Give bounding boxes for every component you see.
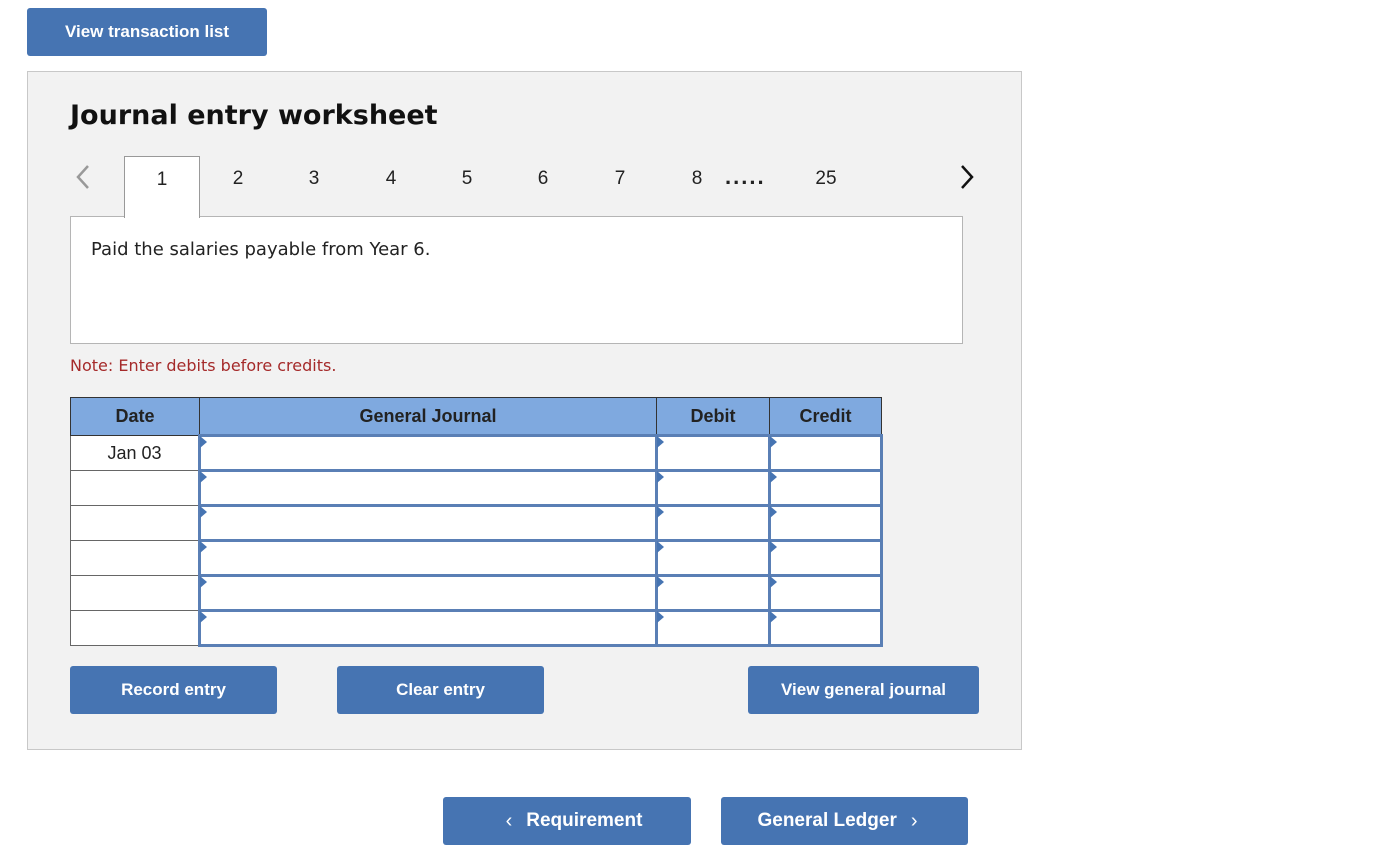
tab-transaction-7[interactable]: 7	[582, 156, 658, 216]
date-cell	[70, 540, 200, 576]
journal-entry-worksheet-panel: Journal entry worksheet 1 2 3 4 5 6 7 8 …	[27, 71, 1022, 750]
transaction-description-box: Paid the salaries payable from Year 6.	[70, 216, 963, 344]
credit-input[interactable]	[771, 542, 880, 574]
debit-cell[interactable]	[655, 469, 771, 507]
tabs-ellipsis: .....	[725, 164, 766, 189]
dropdown-flag-icon	[657, 506, 664, 518]
column-header-debit: Debit	[656, 397, 770, 436]
debit-cell[interactable]	[655, 504, 771, 542]
credit-input[interactable]	[771, 437, 880, 469]
account-input[interactable]	[201, 507, 655, 539]
account-cell[interactable]	[198, 609, 658, 647]
next-transaction-chevron-right-icon[interactable]	[954, 160, 978, 194]
requirement-label: Requirement	[526, 810, 643, 831]
table-row: Jan 03	[70, 434, 883, 472]
credit-input[interactable]	[771, 472, 880, 504]
general-ledger-nav-button[interactable]: General Ledger ›	[721, 797, 968, 845]
credit-cell[interactable]	[768, 469, 883, 507]
clear-entry-button[interactable]: Clear entry	[337, 666, 544, 714]
date-cell	[70, 610, 200, 646]
dropdown-flag-icon	[200, 611, 207, 623]
credit-cell[interactable]	[768, 574, 883, 612]
view-transaction-list-button[interactable]: View transaction list	[27, 8, 267, 56]
table-row	[70, 609, 883, 647]
debit-input[interactable]	[658, 612, 768, 644]
dropdown-flag-icon	[657, 541, 664, 553]
debit-cell[interactable]	[655, 434, 771, 472]
credit-cell[interactable]	[768, 434, 883, 472]
table-row	[70, 504, 883, 542]
table-row	[70, 574, 883, 612]
dropdown-flag-icon	[200, 471, 207, 483]
account-input[interactable]	[201, 472, 655, 504]
view-general-journal-button[interactable]: View general journal	[748, 666, 979, 714]
dropdown-flag-icon	[770, 506, 777, 518]
table-row	[70, 469, 883, 507]
credit-cell[interactable]	[768, 539, 883, 577]
tab-transaction-3[interactable]: 3	[276, 156, 352, 216]
debit-input[interactable]	[658, 577, 768, 609]
tab-transaction-2[interactable]: 2	[200, 156, 276, 216]
account-cell[interactable]	[198, 434, 658, 472]
account-input[interactable]	[201, 437, 655, 469]
dropdown-flag-icon	[770, 471, 777, 483]
dropdown-flag-icon	[200, 576, 207, 588]
tab-transaction-6[interactable]: 6	[505, 156, 581, 216]
dropdown-flag-icon	[200, 541, 207, 553]
column-header-general-journal: General Journal	[199, 397, 657, 436]
account-input[interactable]	[201, 542, 655, 574]
dropdown-flag-icon	[657, 611, 664, 623]
debit-input[interactable]	[658, 437, 768, 469]
chevron-right-icon: ›	[910, 809, 918, 832]
dropdown-flag-icon	[770, 436, 777, 448]
date-cell	[70, 505, 200, 541]
credit-cell[interactable]	[768, 609, 883, 647]
dropdown-flag-icon	[770, 576, 777, 588]
account-cell[interactable]	[198, 504, 658, 542]
column-header-date: Date	[70, 397, 200, 436]
requirement-nav-button[interactable]: ‹ Requirement	[443, 797, 691, 845]
account-input[interactable]	[201, 612, 655, 644]
dropdown-flag-icon	[770, 611, 777, 623]
credit-input[interactable]	[771, 507, 880, 539]
tab-transaction-4[interactable]: 4	[353, 156, 429, 216]
date-cell	[70, 575, 200, 611]
credit-input[interactable]	[771, 577, 880, 609]
tab-transaction-8[interactable]: 8	[659, 156, 735, 216]
general-ledger-label: General Ledger	[757, 810, 897, 831]
dropdown-flag-icon	[657, 436, 664, 448]
transaction-description: Paid the salaries payable from Year 6.	[91, 239, 431, 260]
dropdown-flag-icon	[200, 506, 207, 518]
account-cell[interactable]	[198, 539, 658, 577]
date-cell: Jan 03	[70, 435, 200, 471]
account-input[interactable]	[201, 577, 655, 609]
debit-cell[interactable]	[655, 539, 771, 577]
debit-cell[interactable]	[655, 574, 771, 612]
column-header-credit: Credit	[769, 397, 882, 436]
previous-transaction-chevron-left-icon[interactable]	[72, 160, 96, 194]
tab-transaction-1[interactable]: 1	[124, 156, 200, 218]
debit-input[interactable]	[658, 542, 768, 574]
date-cell	[70, 470, 200, 506]
credit-cell[interactable]	[768, 504, 883, 542]
worksheet-title: Journal entry worksheet	[70, 100, 438, 131]
dropdown-flag-icon	[770, 541, 777, 553]
chevron-left-icon: ‹	[505, 809, 513, 832]
account-cell[interactable]	[198, 469, 658, 507]
journal-entry-table: Date General Journal Debit Credit Jan 03	[70, 397, 883, 647]
dropdown-flag-icon	[200, 436, 207, 448]
credit-input[interactable]	[771, 612, 880, 644]
dropdown-flag-icon	[657, 471, 664, 483]
debit-input[interactable]	[658, 472, 768, 504]
record-entry-button[interactable]: Record entry	[70, 666, 277, 714]
table-row	[70, 539, 883, 577]
debits-before-credits-note: Note: Enter debits before credits.	[70, 356, 337, 375]
account-cell[interactable]	[198, 574, 658, 612]
tab-transaction-25[interactable]: 25	[788, 156, 864, 216]
tab-transaction-5[interactable]: 5	[429, 156, 505, 216]
dropdown-flag-icon	[657, 576, 664, 588]
debit-input[interactable]	[658, 507, 768, 539]
debit-cell[interactable]	[655, 609, 771, 647]
